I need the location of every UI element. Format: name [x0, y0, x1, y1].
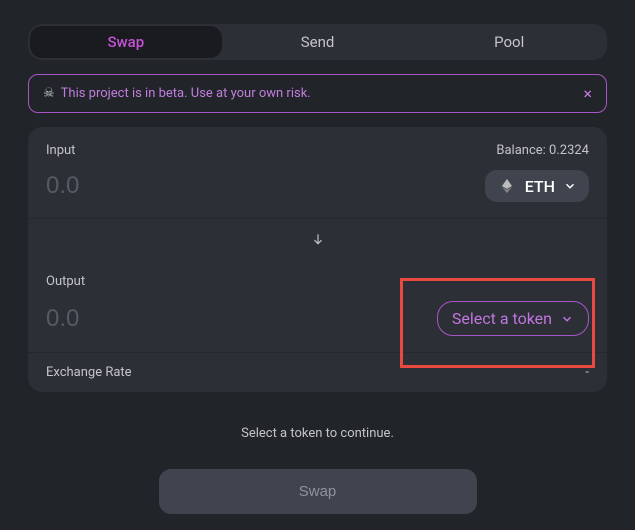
- tab-pool[interactable]: Pool: [413, 26, 605, 58]
- output-panel: Output Select a token: [28, 258, 607, 352]
- swap-page: Swap Send Pool ☠ This project is in beta…: [28, 24, 607, 514]
- chevron-down-icon: [560, 312, 574, 326]
- hint-text: Select a token to continue.: [28, 426, 607, 441]
- banner-close-button[interactable]: ×: [583, 84, 592, 103]
- skull-icon: ☠: [43, 86, 55, 101]
- output-select-label: Select a token: [452, 309, 552, 328]
- mode-tabs: Swap Send Pool: [28, 24, 607, 60]
- input-label: Input: [46, 143, 75, 158]
- rate-value: -: [585, 365, 589, 380]
- input-token-label: ETH: [525, 177, 555, 196]
- beta-warning-banner: ☠ This project is in beta. Use at your o…: [28, 74, 607, 113]
- rate-label: Exchange Rate: [46, 365, 132, 380]
- swap-button[interactable]: Swap: [159, 469, 477, 514]
- eth-icon: [497, 176, 517, 196]
- output-token-selector[interactable]: Select a token: [437, 301, 589, 336]
- exchange-rate-row: Exchange Rate -: [28, 352, 607, 392]
- tab-swap[interactable]: Swap: [30, 26, 222, 58]
- banner-message: This project is in beta. Use at your own…: [61, 86, 584, 101]
- tab-send[interactable]: Send: [222, 26, 414, 58]
- input-token-selector[interactable]: ETH: [485, 170, 589, 202]
- output-label: Output: [46, 274, 85, 289]
- swap-direction-arrow[interactable]: [28, 218, 607, 258]
- input-balance: Balance: 0.2324: [496, 143, 589, 158]
- input-panel: Input Balance: 0.2324 ETH: [28, 127, 607, 218]
- input-amount-field[interactable]: [46, 172, 246, 200]
- output-amount-field[interactable]: [46, 305, 246, 333]
- chevron-down-icon: [563, 179, 577, 193]
